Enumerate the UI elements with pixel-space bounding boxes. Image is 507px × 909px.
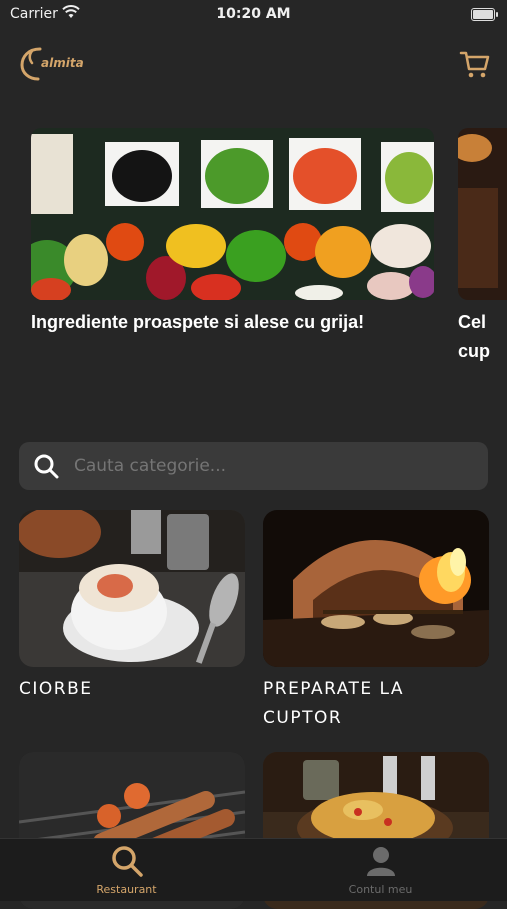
- promo-carousel[interactable]: Ingrediente proaspete si alese cu grija!…: [0, 128, 507, 378]
- category-search-input[interactable]: [74, 442, 474, 490]
- user-icon: [366, 847, 395, 876]
- category-image-soup: [19, 510, 245, 667]
- bottom-tab-bar: Restaurant Contul meu: [0, 838, 507, 901]
- fresh-ingredients-image: [31, 128, 434, 300]
- slide-image: [458, 128, 507, 300]
- status-time: 10:20 AM: [216, 6, 291, 22]
- search-icon: [111, 846, 143, 877]
- tab-label: Restaurant: [96, 883, 157, 896]
- slide-caption: Ingrediente proaspete si alese cu grija!: [31, 312, 365, 332]
- battery-icon: [471, 8, 498, 21]
- tab-contul-meu[interactable]: Contul meu: [254, 839, 507, 901]
- tab-restaurant[interactable]: Restaurant: [0, 839, 253, 901]
- slide-caption: Cel cup: [458, 312, 491, 361]
- carousel-slide[interactable]: Ingrediente proaspete si alese cu grija!: [31, 128, 434, 378]
- cart-icon[interactable]: [459, 48, 491, 80]
- tab-label: Contul meu: [348, 883, 413, 896]
- category-title: PREPARATE LA CUPTOR: [263, 679, 405, 728]
- search-icon: [34, 454, 59, 479]
- category-card-preparate-la-cuptor[interactable]: PREPARATE LA CUPTOR: [263, 510, 489, 740]
- brand-logo[interactable]: almita: [20, 45, 90, 83]
- carousel-slide[interactable]: Cel cup: [458, 128, 507, 378]
- category-image-oven: [263, 510, 489, 667]
- category-card-ciorbe[interactable]: CIORBE: [19, 510, 245, 700]
- category-search-bar[interactable]: [19, 442, 488, 490]
- logo-text: almita: [41, 56, 84, 70]
- status-bar: Carrier 10:20 AM: [0, 0, 507, 30]
- category-title: CIORBE: [19, 679, 93, 699]
